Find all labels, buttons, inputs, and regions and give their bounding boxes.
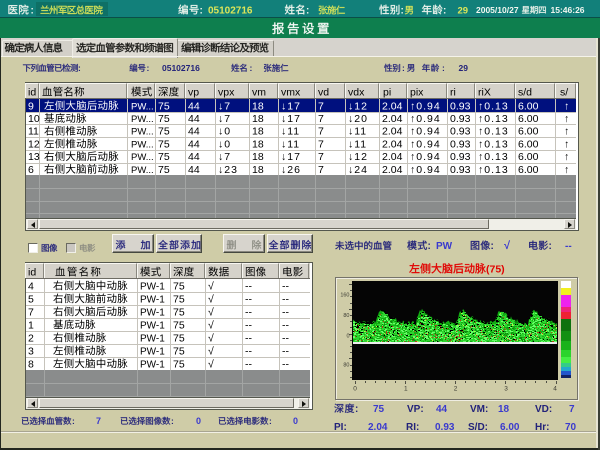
svg-text:44: 44 xyxy=(436,404,448,415)
svg-text:29: 29 xyxy=(459,63,469,73)
svg-text::: : xyxy=(78,63,81,73)
svg-text:--: -- xyxy=(565,241,572,252)
svg-text::: : xyxy=(171,416,174,426)
svg-text::: : xyxy=(402,63,405,73)
svg-text:VM:: VM: xyxy=(470,404,488,415)
svg-text::: : xyxy=(269,416,272,426)
svg-text:0: 0 xyxy=(196,416,201,426)
svg-text::: : xyxy=(72,416,75,426)
svg-text:75: 75 xyxy=(373,404,385,415)
svg-text:05102716: 05102716 xyxy=(162,63,200,73)
svg-text:PW: PW xyxy=(436,241,453,252)
svg-text::: : xyxy=(428,241,431,252)
svg-text::: : xyxy=(491,241,494,252)
svg-text:(75): (75) xyxy=(486,264,505,276)
svg-text:√: √ xyxy=(504,240,511,252)
svg-text:7: 7 xyxy=(96,416,101,426)
svg-text::: : xyxy=(355,404,358,415)
svg-text:18: 18 xyxy=(498,404,510,415)
svg-text::: : xyxy=(549,241,552,252)
svg-text::: : xyxy=(147,63,150,73)
svg-text:VD:: VD: xyxy=(535,404,552,415)
svg-text:0: 0 xyxy=(293,416,298,426)
svg-text::: : xyxy=(250,63,253,73)
svg-text:VP:: VP: xyxy=(407,404,424,415)
svg-text:7: 7 xyxy=(569,404,575,415)
svg-text::: : xyxy=(442,63,445,73)
